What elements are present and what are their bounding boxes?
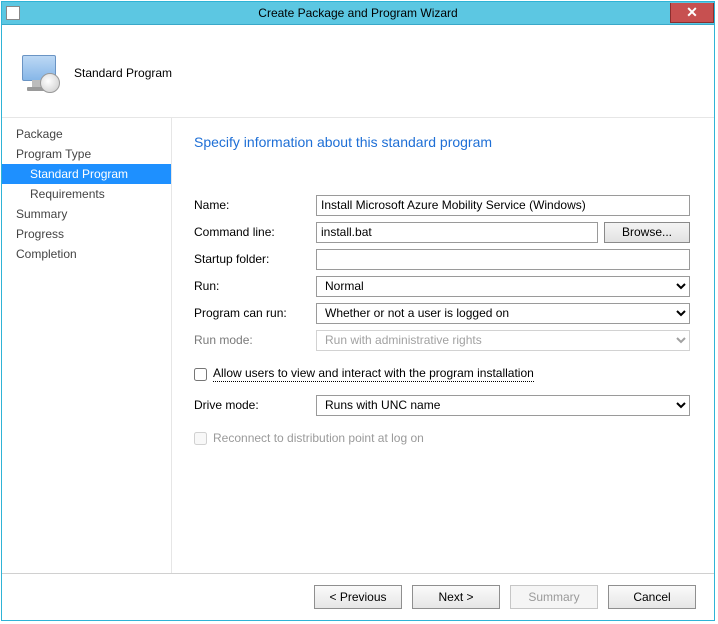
browse-button[interactable]: Browse... (604, 222, 690, 243)
label-name: Name: (194, 198, 316, 212)
titlebar: Create Package and Program Wizard ✕ (2, 2, 714, 25)
allow-interact-checkbox[interactable] (194, 368, 207, 381)
sidebar: Package Program Type Standard Program Re… (2, 117, 172, 573)
page-title: Standard Program (74, 66, 172, 80)
program-can-run-select[interactable]: Whether or not a user is logged on (316, 303, 690, 324)
label-run: Run: (194, 279, 316, 293)
content-heading: Specify information about this standard … (194, 134, 690, 150)
system-icon (6, 6, 20, 20)
allow-interact-row[interactable]: Allow users to view and interact with th… (194, 366, 690, 382)
summary-button: Summary (510, 585, 598, 609)
body: Package Program Type Standard Program Re… (2, 117, 714, 573)
reconnect-row: Reconnect to distribution point at log o… (194, 431, 690, 445)
previous-button[interactable]: < Previous (314, 585, 402, 609)
close-icon: ✕ (686, 4, 698, 21)
sidebar-item-completion[interactable]: Completion (2, 244, 171, 264)
label-command-line: Command line: (194, 225, 316, 239)
label-startup-folder: Startup folder: (194, 252, 316, 266)
next-button[interactable]: Next > (412, 585, 500, 609)
content: Specify information about this standard … (172, 117, 714, 573)
sidebar-item-package[interactable]: Package (2, 124, 171, 144)
command-line-input[interactable] (316, 222, 598, 243)
name-input[interactable] (316, 195, 690, 216)
sidebar-item-requirements[interactable]: Requirements (2, 184, 171, 204)
label-program-can-run: Program can run: (194, 306, 316, 320)
close-button[interactable]: ✕ (670, 3, 714, 23)
cancel-button[interactable]: Cancel (608, 585, 696, 609)
program-icon (20, 53, 60, 93)
header: Standard Program (2, 25, 714, 117)
drive-mode-select[interactable]: Runs with UNC name (316, 395, 690, 416)
label-allow-interact: Allow users to view and interact with th… (213, 366, 534, 382)
sidebar-item-standard-program[interactable]: Standard Program (2, 164, 171, 184)
wizard-window: Create Package and Program Wizard ✕ Stan… (1, 1, 715, 621)
run-mode-select: Run with administrative rights (316, 330, 690, 351)
startup-folder-input[interactable] (316, 249, 690, 270)
label-run-mode: Run mode: (194, 333, 316, 347)
run-select[interactable]: Normal (316, 276, 690, 297)
footer: < Previous Next > Summary Cancel (2, 573, 714, 620)
label-reconnect: Reconnect to distribution point at log o… (213, 431, 424, 445)
sidebar-item-progress[interactable]: Progress (2, 224, 171, 244)
sidebar-item-program-type[interactable]: Program Type (2, 144, 171, 164)
window-title: Create Package and Program Wizard (2, 6, 714, 20)
label-drive-mode: Drive mode: (194, 398, 316, 412)
sidebar-item-summary[interactable]: Summary (2, 204, 171, 224)
reconnect-checkbox (194, 432, 207, 445)
